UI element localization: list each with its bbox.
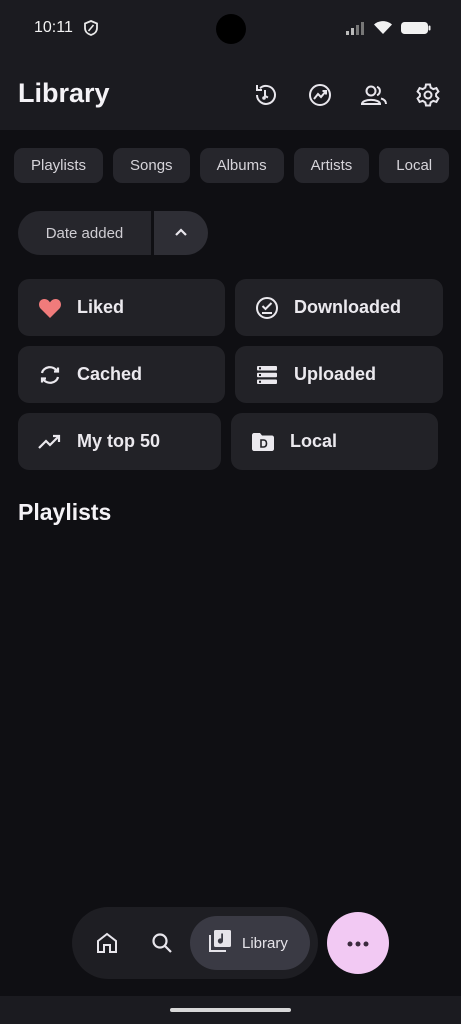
section-title: Playlists <box>18 499 112 525</box>
tile-downloaded[interactable]: Downloaded <box>235 279 443 336</box>
more-horiz-icon <box>347 934 369 952</box>
home-icon[interactable] <box>94 930 120 956</box>
bottom-nav: Library <box>72 907 318 979</box>
sync-icon <box>37 362 63 388</box>
tile-cached[interactable]: Cached <box>18 346 225 403</box>
signal-icon <box>345 21 365 40</box>
tile-local[interactable]: Local <box>231 413 438 470</box>
gear-icon[interactable] <box>413 80 443 110</box>
chip-local[interactable]: Local <box>379 148 450 183</box>
trending-up-icon <box>37 429 63 455</box>
wifi-icon <box>373 20 393 40</box>
search-icon[interactable] <box>149 930 175 956</box>
app-header: Library <box>0 60 461 130</box>
filter-chips: Playlists Songs Albums Artists Local <box>14 148 461 184</box>
tile-label: My top 50 <box>77 431 161 451</box>
list-icon <box>254 362 280 388</box>
gesture-bar <box>0 996 461 1024</box>
more-options-button[interactable] <box>327 912 389 974</box>
nav-library-label: Library <box>242 934 288 952</box>
chip-artists[interactable]: Artists <box>293 148 370 183</box>
status-time: 10:11 <box>34 19 73 36</box>
tile-label: Cached <box>77 364 143 384</box>
chip-songs[interactable]: Songs <box>113 148 190 183</box>
library-music-icon <box>208 929 232 958</box>
history-icon[interactable] <box>251 80 281 110</box>
sort-by-button[interactable]: Date added <box>18 211 151 255</box>
chip-playlists[interactable]: Playlists <box>14 148 104 183</box>
chip-albums[interactable]: Albums <box>199 148 284 183</box>
status-bar: 10:11 <box>0 0 461 60</box>
battery-icon <box>401 21 431 40</box>
shield-icon <box>84 20 98 41</box>
sort-direction-button[interactable] <box>154 211 208 255</box>
camera-cutout <box>216 14 246 44</box>
heart-icon <box>37 295 63 321</box>
stats-icon[interactable] <box>305 80 335 110</box>
tile-my-top-50[interactable]: My top 50 <box>18 413 221 470</box>
page-title: Library <box>18 78 110 108</box>
tile-liked[interactable]: Liked <box>18 279 225 336</box>
nav-library-button[interactable]: Library <box>190 916 310 970</box>
tile-label: Local <box>290 431 338 451</box>
sort-controls: Date added <box>18 211 208 255</box>
folder-icon <box>250 429 276 455</box>
tile-label: Uploaded <box>294 364 377 384</box>
download-done-icon <box>254 295 280 321</box>
tile-label: Downloaded <box>294 297 401 317</box>
chevron-up-icon <box>173 224 189 242</box>
accounts-icon[interactable] <box>359 80 389 110</box>
home-indicator[interactable] <box>170 1008 291 1012</box>
tile-label: Liked <box>77 297 125 317</box>
tile-uploaded[interactable]: Uploaded <box>235 346 443 403</box>
